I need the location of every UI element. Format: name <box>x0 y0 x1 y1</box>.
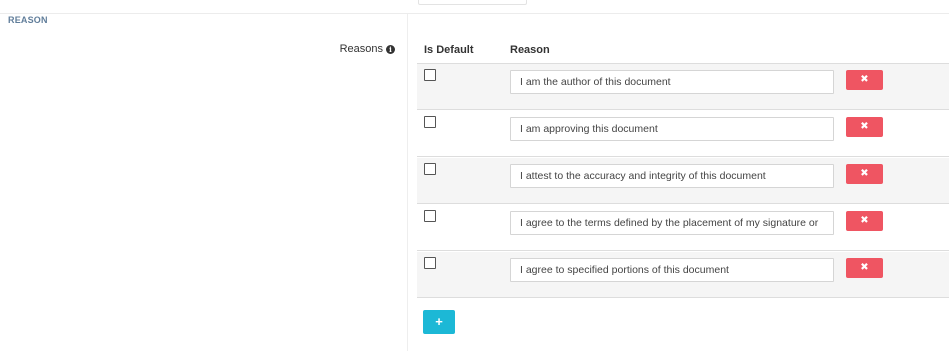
close-icon: ✖ <box>860 215 869 226</box>
is-default-checkbox[interactable] <box>424 210 436 222</box>
remove-reason-button[interactable]: ✖ <box>846 117 883 137</box>
is-default-checkbox[interactable] <box>424 69 436 81</box>
section-divider <box>0 13 949 14</box>
table-row: I am the author of this document ✖ <box>417 64 949 110</box>
remove-reason-button[interactable]: ✖ <box>846 258 883 278</box>
close-icon: ✖ <box>860 262 869 273</box>
is-default-checkbox[interactable] <box>424 257 436 269</box>
reason-input[interactable]: I attest to the accuracy and integrity o… <box>510 164 834 188</box>
close-icon: ✖ <box>860 121 869 132</box>
reasons-label-text: Reasons <box>339 43 383 55</box>
table-row: I agree to specified portions of this do… <box>417 252 949 298</box>
reason-input[interactable]: I am the author of this document <box>510 70 834 94</box>
close-icon: ✖ <box>860 74 869 85</box>
add-reason-button[interactable]: + <box>423 310 455 334</box>
remove-reason-button[interactable]: ✖ <box>846 70 883 90</box>
remove-reason-button[interactable]: ✖ <box>846 211 883 231</box>
previous-field-input-edge <box>418 0 527 5</box>
reason-input[interactable]: I am approving this document <box>510 117 834 141</box>
column-header-reason: Reason <box>510 44 550 56</box>
reasons-field-label: Reasons i <box>340 43 395 55</box>
table-row: I am approving this document ✖ <box>417 111 949 157</box>
reason-input[interactable]: I agree to specified portions of this do… <box>510 258 834 282</box>
section-title: REASON <box>8 15 48 25</box>
column-header-is-default: Is Default <box>424 44 474 56</box>
remove-reason-button[interactable]: ✖ <box>846 164 883 184</box>
plus-icon: + <box>435 314 443 329</box>
table-row: I attest to the accuracy and integrity o… <box>417 158 949 204</box>
column-divider <box>407 14 408 351</box>
close-icon: ✖ <box>860 168 869 179</box>
info-icon[interactable]: i <box>386 44 395 54</box>
is-default-checkbox[interactable] <box>424 116 436 128</box>
table-row: I agree to the terms defined by the plac… <box>417 205 949 251</box>
reason-input[interactable]: I agree to the terms defined by the plac… <box>510 211 834 235</box>
is-default-checkbox[interactable] <box>424 163 436 175</box>
